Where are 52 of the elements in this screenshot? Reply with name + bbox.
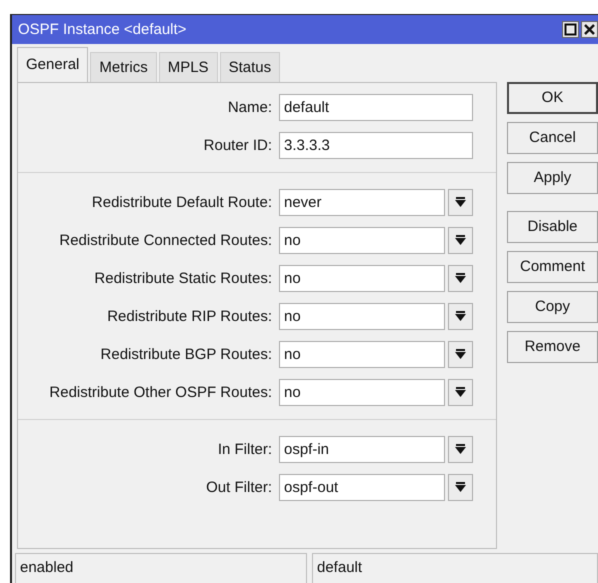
arrow-down-icon [455,387,466,398]
tab[interactable]: Status [220,52,280,82]
maximize-icon[interactable] [562,21,579,38]
window-title: OSPF Instance <default> [18,21,186,38]
dropdown-field[interactable]: never [279,189,445,216]
dropdown-button[interactable] [448,379,473,406]
dialog-button[interactable]: Cancel [507,122,598,154]
field-label: Redistribute Default Route: [90,193,272,213]
dropdown-field[interactable]: ospf-in [279,436,445,463]
dropdown-field[interactable]: no [279,341,445,368]
arrow-down-icon [455,311,466,322]
dropdown-button[interactable] [448,341,473,368]
arrow-down-icon [455,444,466,455]
dropdown-button[interactable] [448,474,473,501]
dropdown-button[interactable] [448,189,473,216]
field-label: In Filter: [216,440,272,460]
field-label: Redistribute Other OSPF Routes: [48,383,272,403]
dropdown-button[interactable] [448,303,473,330]
arrow-down-icon [455,349,466,360]
status-cell: default [312,553,598,583]
dialog-button[interactable]: Comment [507,251,598,283]
tab[interactable]: General [17,47,88,82]
dropdown-field[interactable]: ospf-out [279,474,445,501]
field-label: Router ID: [202,136,272,156]
field-label: Redistribute RIP Routes: [106,307,272,327]
field-label: Redistribute Connected Routes: [58,231,272,251]
arrow-down-icon [455,235,466,246]
close-icon[interactable] [581,21,598,38]
dialog-button[interactable]: Apply [507,162,598,194]
dialog-button[interactable]: OK [507,82,598,114]
dropdown-field[interactable]: no [279,265,445,292]
dialog-button[interactable]: Disable [507,211,598,243]
dropdown-field[interactable]: no [279,379,445,406]
text-field[interactable]: 3.3.3.3 [279,132,473,159]
status-cell: enabled [15,553,307,583]
field-label: Redistribute BGP Routes: [100,345,272,365]
field-label: Name: [226,98,272,118]
field-label: Redistribute Static Routes: [93,269,272,289]
text-field[interactable]: default [279,94,473,121]
dialog-button[interactable]: Copy [507,291,598,323]
dropdown-button[interactable] [448,265,473,292]
tab[interactable]: MPLS [158,52,218,82]
dropdown-field[interactable]: no [279,303,445,330]
dropdown-field[interactable]: no [279,227,445,254]
arrow-down-icon [455,482,466,493]
arrow-down-icon [455,273,466,284]
arrow-down-icon [455,197,466,208]
dialog-button[interactable]: Remove [507,331,598,363]
dropdown-button[interactable] [448,436,473,463]
field-label: Out Filter: [205,478,272,498]
tab[interactable]: Metrics [90,52,157,82]
dropdown-button[interactable] [448,227,473,254]
